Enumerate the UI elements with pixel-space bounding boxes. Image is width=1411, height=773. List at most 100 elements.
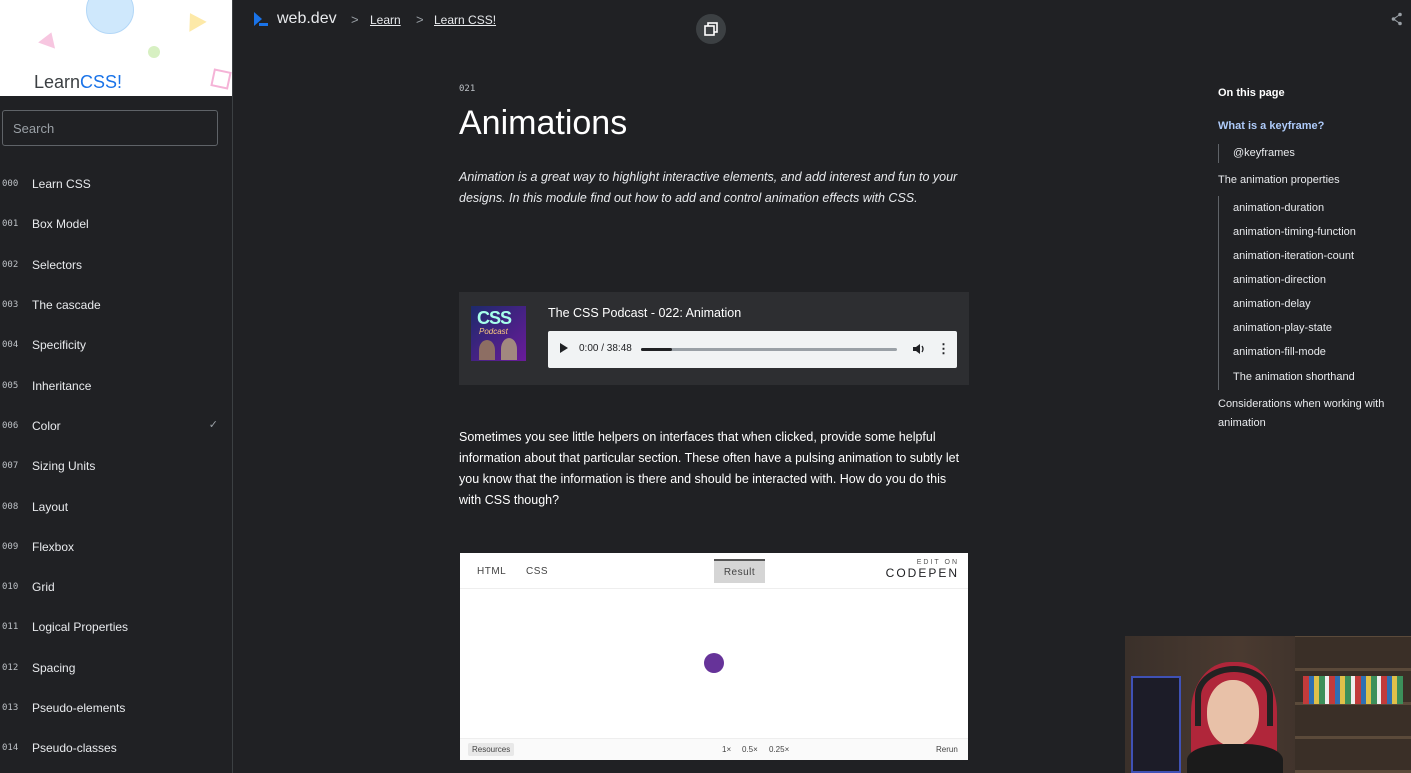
nav-item-number: 009 (2, 541, 19, 552)
nav-item-label: Pseudo-classes (32, 741, 117, 756)
share-icon[interactable] (1391, 12, 1403, 26)
nav-item[interactable]: 003 The cascade (0, 285, 232, 325)
logo-text: web.dev (277, 10, 337, 27)
nav-item-number: 001 (2, 219, 19, 230)
codepen-toolbar: HTML CSS Result EDIT ON CODEPEN (460, 553, 968, 589)
toc-subitem[interactable]: animation-timing-function (1218, 220, 1356, 244)
nav-item[interactable]: 014 Pseudo-classes (0, 728, 232, 768)
presenter-body (1187, 744, 1283, 773)
toc-subitem[interactable]: animation-iteration-count (1218, 244, 1354, 268)
nav-item-label: Grid (32, 580, 55, 595)
module-number: 021 (459, 84, 476, 94)
nav-item-number: 004 (2, 340, 19, 351)
toc-subitem[interactable]: animation-direction (1218, 268, 1326, 292)
nav-item-label: Color (32, 418, 61, 433)
nav-item-number: 002 (2, 259, 19, 270)
bookshelf (1295, 636, 1411, 773)
webdev-logo-icon (253, 11, 269, 27)
nav-item-label: Selectors (32, 257, 83, 272)
codepen-brand: CODEPEN (885, 566, 959, 580)
nav-item-number: 005 (2, 380, 19, 391)
decorative-triangle (38, 29, 60, 49)
nav-item-label: Specificity (32, 338, 87, 353)
learn-css-hero[interactable]: LearnCSS! (0, 0, 232, 96)
podcast-player: CSS Podcast The CSS Podcast - 022: Anima… (459, 292, 969, 385)
webdev-logo[interactable]: web.dev (253, 10, 337, 28)
play-icon[interactable] (560, 343, 568, 353)
decorative-square (210, 68, 232, 90)
hero-title-prefix: Learn (34, 72, 81, 92)
nav-item[interactable]: 004 Specificity (0, 325, 232, 365)
audio-seek-bar[interactable] (641, 348, 897, 351)
nav-item-label: Inheritance (32, 378, 92, 393)
nav-item-label: Logical Properties (32, 620, 129, 635)
lede-text: Animation is a great way to highlight in… (459, 170, 958, 205)
toc-item[interactable]: The animation properties (1218, 171, 1340, 190)
nav-item-label: Layout (32, 499, 69, 514)
podcast-title: The CSS Podcast - 022: Animation (548, 306, 742, 320)
nav-item-label: Flexbox (32, 539, 75, 554)
nav-item[interactable]: 011 Logical Properties (0, 607, 232, 647)
nav-item[interactable]: 012 Spacing (0, 648, 232, 688)
body-paragraph: Sometimes you see little helpers on inte… (459, 430, 960, 507)
nav-item[interactable]: 008 Layout (0, 486, 232, 526)
nav-item[interactable]: 006 Color ✓ (0, 406, 232, 446)
nav-item-label: Sizing Units (32, 459, 96, 474)
cover-subtitle: Podcast (479, 327, 508, 336)
resources-button[interactable]: Resources (468, 743, 515, 756)
toc-item[interactable]: Considerations when working with animati… (1218, 395, 1403, 433)
decorative-blob (148, 46, 160, 58)
nav-item-label: Spacing (32, 660, 76, 675)
headset (1195, 666, 1273, 726)
zoom-quarter-button[interactable]: 0.25× (769, 745, 789, 754)
nav-item-number: 003 (2, 300, 19, 311)
codepen-footer: Resources 1× 0.5× 0.25× Rerun (460, 738, 968, 760)
breadcrumb-learn-css[interactable]: Learn CSS! (434, 13, 496, 27)
search-input[interactable] (2, 110, 218, 146)
sidebar: LearnCSS! 000 Learn CSS 001 Box Model 002 S… (0, 0, 233, 773)
toc-heading: On this page (1218, 87, 1285, 99)
nav-item-number: 012 (2, 662, 19, 673)
rerun-button[interactable]: Rerun (936, 745, 958, 754)
nav-item-number: 006 (2, 420, 19, 431)
toc-subitem[interactable]: animation-play-state (1218, 316, 1332, 340)
volume-icon[interactable] (912, 342, 926, 356)
nav-item[interactable]: 000 Learn CSS (0, 164, 232, 204)
tab-html[interactable]: HTML (471, 563, 512, 580)
nav-item[interactable]: 007 Sizing Units (0, 446, 232, 486)
zoom-half-button[interactable]: 0.5× (742, 745, 758, 754)
breadcrumb-learn[interactable]: Learn (370, 13, 401, 27)
nav-item[interactable]: 005 Inheritance (0, 365, 232, 405)
toc-item[interactable]: What is a keyframe? (1218, 117, 1324, 136)
chevron-right-icon: > (416, 12, 424, 27)
edit-on-codepen-link[interactable]: EDIT ON CODEPEN (886, 559, 959, 580)
arcade-cabinet (1131, 676, 1181, 773)
nav-item[interactable]: 002 Selectors (0, 245, 232, 285)
tab-result[interactable]: Result (714, 559, 765, 583)
decorative-triangle (181, 8, 207, 32)
nav-item-label: The cascade (32, 298, 101, 313)
nav-item[interactable]: 001 Box Model (0, 204, 232, 244)
pulsing-dot[interactable] (704, 653, 724, 673)
toc-subitem[interactable]: animation-duration (1218, 196, 1324, 220)
nav-item-label: Pseudo-elements (32, 701, 126, 715)
decorative-circle (86, 0, 134, 34)
toc-subitem[interactable]: animation-fill-mode (1218, 340, 1326, 364)
copy-link-button[interactable] (696, 14, 726, 44)
codepen-embed: HTML CSS Result EDIT ON CODEPEN Resource… (460, 553, 968, 760)
copy-icon (704, 22, 718, 36)
audio-progress (641, 348, 672, 351)
toc-subitem[interactable]: @keyframes (1218, 144, 1295, 163)
more-options-icon[interactable]: ⋮ (937, 341, 950, 357)
nav-item[interactable]: 013 Pseudo-elements (0, 688, 232, 728)
nav-item[interactable]: 010 Grid (0, 567, 232, 607)
nav-item[interactable]: 009 Flexbox (0, 527, 232, 567)
nav-item-number: 011 (2, 622, 19, 633)
nav-item-number: 014 (2, 743, 19, 754)
toc-subitem[interactable]: animation-delay (1218, 292, 1311, 316)
zoom-1x-button[interactable]: 1× (722, 745, 731, 754)
nav-item-label: Box Model (32, 217, 89, 232)
toc-subitem[interactable]: The animation shorthand (1218, 364, 1355, 390)
tab-css[interactable]: CSS (520, 563, 554, 580)
host-portrait (501, 338, 517, 360)
